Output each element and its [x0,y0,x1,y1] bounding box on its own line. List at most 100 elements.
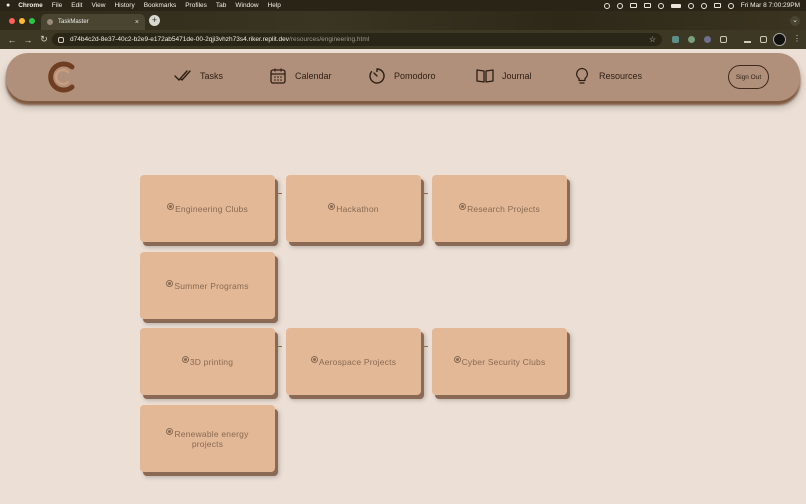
cloud-icon[interactable] [603,2,610,9]
card-3d-printing[interactable]: 3D printing [140,328,275,395]
new-tab-button[interactable]: + [149,15,160,26]
card-title: Summer Programs [174,280,249,291]
close-window-button[interactable] [9,18,15,24]
extension-icon[interactable] [672,36,679,43]
radio-icon [166,279,174,287]
menu-edit[interactable]: Edit [71,2,82,9]
forward-arrow-icon[interactable]: → [20,35,36,45]
app-logo[interactable] [46,60,80,94]
card-engineering-clubs[interactable]: Engineering Clubs [140,175,275,242]
card-title: 3D printing [189,356,234,367]
book-icon [476,69,494,83]
card-title: Aerospace Projects [318,356,397,367]
menu-bookmarks[interactable]: Bookmarks [144,2,177,9]
wifi-icon[interactable] [687,2,694,9]
nav-resources-label: Resources [599,71,643,81]
control-center-icon[interactable] [713,3,721,8]
card-research-projects[interactable]: Research Projects [432,175,567,242]
status-icon[interactable] [616,2,623,9]
browser-toolbar: ← → ↻ d74b4c2d-8e37-40c2-b2e9-e172ab5471… [0,30,806,49]
nav-tasks[interactable]: Tasks [174,67,223,85]
card-summer-programs[interactable]: Summer Programs [140,252,275,319]
card-label: Summer Programs [166,279,249,292]
app-navbar: Tasks Calendar Pomodoro Journal Resource… [6,53,800,101]
site-info-icon[interactable] [58,36,64,43]
nav-journal-label: Journal [502,71,532,81]
card-label: 3D printing [181,355,234,368]
minimize-window-button[interactable] [19,18,25,24]
card-connector [424,193,428,194]
menu-tab[interactable]: Tab [216,2,226,9]
menu-window[interactable]: Window [235,2,258,9]
nav-pomodoro[interactable]: Pomodoro [368,67,436,85]
menu-view[interactable]: View [91,2,105,9]
menu-profiles[interactable]: Profiles [185,2,207,9]
menu-chrome[interactable]: Chrome [18,2,43,9]
card-connector [278,193,282,194]
nav-journal[interactable]: Journal [476,67,532,85]
card-label: Cyber Security Clubs [453,355,546,368]
macos-menu-bar: ● Chrome File Edit View History Bookmark… [0,0,806,11]
card-aerospace-projects[interactable]: Aerospace Projects [286,328,421,395]
battery-icon[interactable] [670,3,681,8]
sign-out-button[interactable]: Sign Out [728,65,769,89]
menu-help[interactable]: Help [268,2,281,9]
tab-search-icon[interactable]: ⌄ [790,16,800,26]
radio-icon [328,202,336,210]
siri-icon[interactable] [727,2,734,9]
url-path: /resources/engineering.html [289,36,370,43]
tab-title: TaskMaster [58,19,89,25]
bluetooth-icon[interactable] [657,2,664,9]
timer-icon [369,68,385,84]
url-host: d74b4c2d-8e37-40c2-b2e9-e172ab5471de-00-… [70,36,289,43]
bookmark-star-icon[interactable]: ☆ [649,35,656,44]
extension-icon[interactable] [688,36,695,43]
menubar-clock[interactable]: Fri Mar 8 7:00:29PM [741,2,800,9]
status-icon[interactable] [629,3,637,8]
card-hackathon[interactable]: Hackathon [286,175,421,242]
extension-icon[interactable] [704,36,711,43]
favicon-icon [47,19,53,25]
browser-tab[interactable]: TaskMaster × [41,14,145,30]
card-title: Cyber Security Clubs [461,356,546,367]
card-label: Hackathon [328,202,379,215]
card-label: Engineering Clubs [167,202,248,215]
side-panel-icon[interactable] [760,36,767,43]
menu-file[interactable]: File [52,2,62,9]
card-label: Aerospace Projects [310,355,397,368]
zoom-window-button[interactable] [29,18,35,24]
card-title: Renewable energy projects [174,428,249,449]
menu-history[interactable]: History [114,2,134,9]
lightbulb-icon [576,67,588,84]
card-connector [278,346,282,347]
profile-avatar[interactable] [773,33,786,46]
address-bar[interactable]: d74b4c2d-8e37-40c2-b2e9-e172ab5471de-00-… [52,33,662,46]
card-title: Research Projects [467,203,540,214]
card-label: Research Projects [459,202,540,215]
nav-calendar-label: Calendar [295,71,332,81]
tab-close-icon[interactable]: × [135,19,139,26]
search-icon[interactable] [700,2,707,9]
radio-icon [310,355,318,363]
card-connector [424,346,428,347]
card-label: Renewable energy projects [162,427,254,450]
nav-tasks-label: Tasks [200,71,224,81]
menu-kebab-icon[interactable]: ⋮ [793,34,801,43]
browser-tab-strip: TaskMaster × + ⌄ [0,11,806,30]
checkmark-icon [174,70,191,82]
nav-calendar[interactable]: Calendar [269,67,332,85]
apple-menu-icon[interactable]: ● [6,2,10,9]
card-renewable-energy-projects[interactable]: Renewable energy projects [140,405,275,472]
nav-pomodoro-label: Pomodoro [394,71,436,81]
reload-icon[interactable]: ↻ [36,34,52,45]
status-icon[interactable] [643,3,651,8]
radio-icon [459,202,467,210]
back-arrow-icon[interactable]: ← [4,35,20,45]
download-icon[interactable] [744,36,751,43]
card-title: Engineering Clubs [175,203,248,214]
extensions-puzzle-icon[interactable] [720,36,727,43]
nav-resources[interactable]: Resources [573,67,642,85]
radio-icon [167,202,175,210]
card-cyber-security-clubs[interactable]: Cyber Security Clubs [432,328,567,395]
radio-icon [181,355,189,363]
